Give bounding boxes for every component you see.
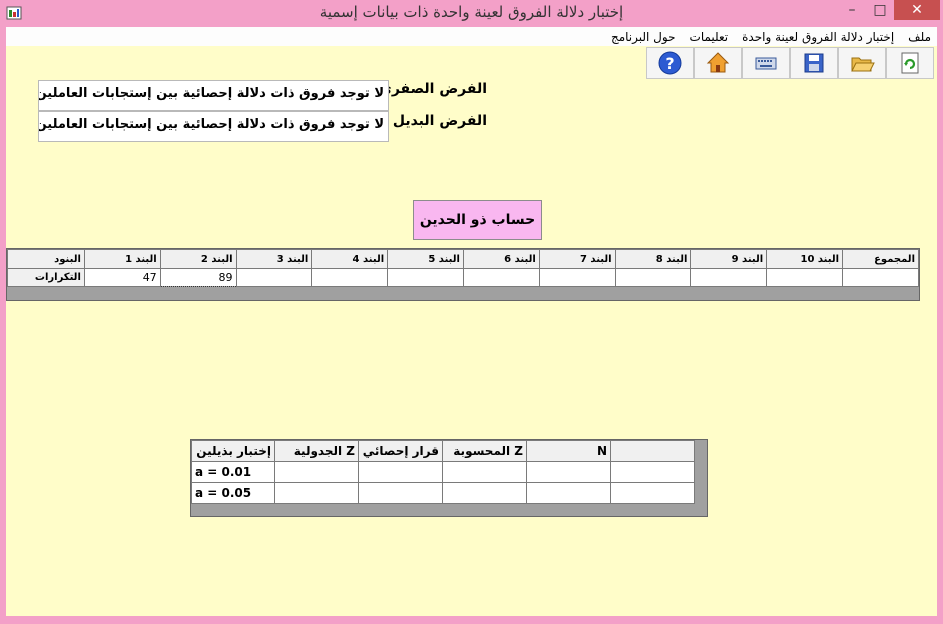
grid-header-item-3: البند 3 bbox=[235, 249, 313, 269]
maximize-button[interactable]: □ bbox=[866, 0, 894, 20]
result-header-n: N bbox=[526, 440, 611, 462]
window-bottom-border bbox=[0, 616, 943, 624]
save-icon bbox=[804, 53, 824, 73]
freq-cell-9[interactable] bbox=[690, 268, 768, 287]
client-area: ملف إختبار دلالة الفروق لعينة واحدة تعلي… bbox=[6, 27, 937, 616]
help-button[interactable]: ? bbox=[646, 47, 694, 79]
result-cell[interactable] bbox=[358, 482, 443, 504]
home-button[interactable] bbox=[694, 47, 742, 79]
grid-row-label-frequencies: التكرارات bbox=[7, 268, 85, 287]
close-button[interactable]: ✕ bbox=[894, 0, 940, 20]
alternative-hypothesis-input[interactable]: لا توجد فروق ذات دلالة إحصائية بين إستجا… bbox=[38, 111, 389, 142]
menu-about[interactable]: حول البرنامج bbox=[611, 30, 676, 44]
alternative-hypothesis-label: الفرض البديل bbox=[392, 113, 487, 129]
keyboard-icon bbox=[755, 57, 777, 70]
menu-file[interactable]: ملف bbox=[908, 30, 931, 44]
result-row-label-001: a = 0.01 bbox=[191, 461, 275, 483]
result-cell[interactable] bbox=[274, 461, 359, 483]
freq-cell-3[interactable] bbox=[235, 268, 313, 287]
freq-cell-1[interactable]: 47 bbox=[83, 268, 161, 287]
grid-header-item-6: البند 6 bbox=[462, 249, 540, 269]
result-cell[interactable] bbox=[442, 461, 527, 483]
freq-cell-total[interactable] bbox=[842, 268, 919, 287]
menu-bar: ملف إختبار دلالة الفروق لعينة واحدة تعلي… bbox=[6, 27, 937, 46]
home-icon bbox=[706, 52, 730, 73]
grid-header-item-5: البند 5 bbox=[387, 249, 464, 269]
freq-cell-4[interactable] bbox=[311, 268, 389, 287]
result-header-z-computed: Z المحسوبة bbox=[442, 440, 527, 462]
title-bar[interactable]: إختبار دلالة الفروق لعينة واحدة ذات بيان… bbox=[0, 0, 943, 27]
calculate-binomial-button[interactable]: حساب ذو الحدين bbox=[413, 200, 542, 240]
grid-header-item-9: البند 9 bbox=[690, 249, 768, 269]
app-window: إختبار دلالة الفروق لعينة واحدة ذات بيان… bbox=[0, 0, 943, 624]
window-title: إختبار دلالة الفروق لعينة واحدة ذات بيان… bbox=[319, 3, 624, 21]
open-button[interactable] bbox=[838, 47, 886, 79]
minimize-button[interactable]: – bbox=[838, 0, 866, 20]
menu-test[interactable]: إختبار دلالة الفروق لعينة واحدة bbox=[742, 30, 894, 44]
freq-cell-10[interactable] bbox=[766, 268, 844, 287]
refresh-button[interactable] bbox=[886, 47, 934, 79]
result-header-z-table: Z الجدولية bbox=[274, 440, 359, 462]
refresh-icon bbox=[901, 52, 919, 74]
toolbar: ? bbox=[646, 47, 934, 79]
result-cell[interactable] bbox=[358, 461, 443, 483]
result-cell[interactable] bbox=[526, 461, 611, 483]
null-hypothesis-label: الفرض الصفري bbox=[378, 81, 487, 97]
result-header-two-tailed: إختبار بذيلين bbox=[191, 440, 275, 462]
result-grid: إختبار بذيلين Z الجدولية قرار إحصائي Z ا… bbox=[190, 439, 708, 517]
grid-header-items: البنود bbox=[7, 249, 85, 269]
result-cell[interactable] bbox=[610, 482, 695, 504]
result-header-empty bbox=[610, 440, 695, 462]
freq-cell-6[interactable] bbox=[462, 268, 540, 287]
freq-cell-8[interactable] bbox=[614, 268, 692, 287]
menu-instructions[interactable]: تعليمات bbox=[690, 30, 729, 44]
grid-header-item-1: البند 1 bbox=[83, 249, 161, 269]
grid-header-item-4: البند 4 bbox=[311, 249, 389, 269]
result-header-decision: قرار إحصائي bbox=[358, 440, 443, 462]
keyboard-button[interactable] bbox=[742, 47, 790, 79]
svg-text:?: ? bbox=[665, 54, 674, 73]
help-icon: ? bbox=[658, 51, 682, 75]
result-row-label-005: a = 0.05 bbox=[191, 482, 275, 504]
freq-cell-2[interactable]: 89 bbox=[159, 268, 237, 287]
null-hypothesis-input[interactable]: لا توجد فروق ذات دلالة إحصائية بين إستجا… bbox=[38, 80, 389, 111]
save-button[interactable] bbox=[790, 47, 838, 79]
result-cell[interactable] bbox=[526, 482, 611, 504]
frequency-grid: البنود البند 1 البند 2 البند 3 البند 4 ا… bbox=[6, 248, 920, 301]
result-cell[interactable] bbox=[274, 482, 359, 504]
freq-cell-5[interactable] bbox=[387, 268, 464, 287]
result-cell[interactable] bbox=[442, 482, 527, 504]
grid-header-item-10: البند 10 bbox=[766, 249, 844, 269]
grid-header-item-7: البند 7 bbox=[538, 249, 616, 269]
grid-header-item-8: البند 8 bbox=[614, 249, 692, 269]
grid-header-item-2: البند 2 bbox=[159, 249, 237, 269]
result-cell[interactable] bbox=[610, 461, 695, 483]
folder-icon bbox=[851, 57, 875, 72]
freq-cell-7[interactable] bbox=[538, 268, 616, 287]
grid-header-total: المجموع bbox=[842, 249, 919, 269]
